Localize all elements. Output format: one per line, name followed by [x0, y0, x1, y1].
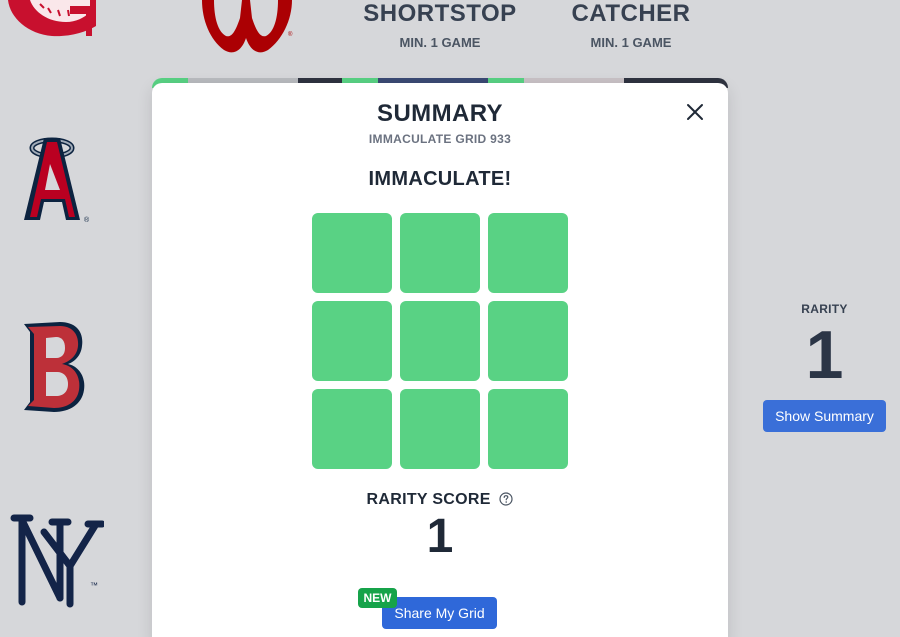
- red-sox-logo: [24, 322, 85, 412]
- modal-subtitle: IMMACULATE GRID 933: [368, 132, 512, 146]
- column-header-catcher: CATCHER MIN. 1 GAME: [556, 0, 706, 50]
- rarity-score-value: 1: [426, 510, 454, 563]
- column-title: SHORTSTOP: [363, 0, 517, 27]
- close-icon: [687, 104, 703, 120]
- column-title: CATCHER: [571, 0, 691, 27]
- angels-logo: ®: [24, 137, 90, 224]
- column-subtitle: MIN. 1 GAME: [590, 35, 672, 50]
- share-my-grid-button[interactable]: Share My Grid: [382, 597, 497, 629]
- grid-cell: [400, 213, 480, 293]
- column-header-shortstop: SHORTSTOP MIN. 1 GAME: [355, 0, 525, 50]
- grid-cell: [488, 389, 568, 469]
- grid-cell: [312, 301, 392, 381]
- summary-modal: SUMMARY IMMACULATE GRID 933 IMMACULATE! …: [152, 83, 728, 637]
- close-button[interactable]: [683, 100, 707, 124]
- rarity-value: 1: [805, 317, 844, 393]
- nationals-logo: ®: [202, 0, 293, 53]
- grid-cell: [488, 301, 568, 381]
- show-summary-button[interactable]: Show Summary: [763, 400, 886, 432]
- summary-grid: [312, 213, 568, 469]
- svg-text:®: ®: [84, 216, 90, 224]
- grid-cell: [312, 213, 392, 293]
- new-badge: NEW: [358, 588, 397, 608]
- column-subtitle: MIN. 1 GAME: [399, 35, 481, 50]
- modal-title: SUMMARY: [377, 100, 503, 127]
- svg-text:®: ®: [288, 31, 293, 38]
- rarity-panel: RARITY 1: [763, 302, 886, 390]
- help-icon[interactable]: [499, 492, 514, 506]
- rarity-score-heading: RARITY SCORE: [152, 491, 728, 509]
- grid-cell: [312, 389, 392, 469]
- grid-cell: [488, 213, 568, 293]
- grid-cell: [400, 301, 480, 381]
- reds-logo: [8, 0, 96, 37]
- rarity-label: RARITY: [801, 302, 848, 316]
- grid-cell: [400, 389, 480, 469]
- result-text: IMMACULATE!: [368, 168, 512, 190]
- svg-text:™: ™: [90, 581, 98, 590]
- yankees-logo: ™: [10, 514, 104, 608]
- rarity-score-label: RARITY SCORE: [366, 491, 491, 508]
